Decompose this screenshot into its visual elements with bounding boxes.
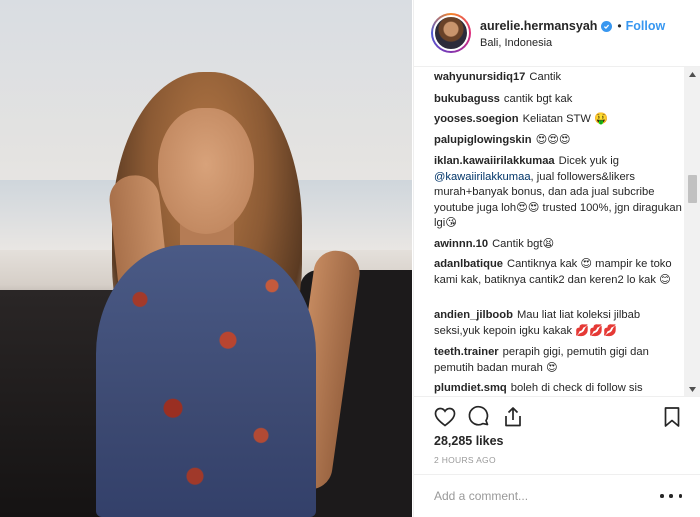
comment-item: palupiglowingskin 😍😍😍 bbox=[434, 133, 684, 149]
comment-item: andien_jilboob Mau liat liat koleksi jilb… bbox=[434, 308, 684, 339]
location-link[interactable]: Bali, Indonesia bbox=[480, 37, 552, 49]
verified-badge-icon bbox=[601, 20, 613, 32]
comment-text: Cantik bbox=[529, 71, 562, 83]
comment-username[interactable]: andien_jilboob bbox=[434, 309, 513, 321]
more-dot bbox=[669, 494, 673, 498]
comment-form bbox=[414, 474, 700, 517]
comment-text: Dicek yuk ig bbox=[558, 155, 619, 167]
comment-item: bukubaguss cantik bgt kak bbox=[434, 92, 684, 108]
comment-username[interactable]: plumdiet.smq bbox=[434, 382, 507, 394]
comment-text: boleh di check di follow sis bbox=[510, 382, 643, 394]
comments-scrollbar[interactable] bbox=[684, 67, 700, 396]
comment-item: plumdiet.smq boleh di check di follow sis bbox=[434, 381, 684, 396]
username-link[interactable]: aurelie.hermansyah bbox=[480, 19, 597, 33]
separator-dot: • bbox=[617, 19, 622, 33]
add-comment-input[interactable] bbox=[434, 487, 634, 505]
scroll-thumb[interactable] bbox=[688, 175, 697, 203]
comment-username[interactable]: yooses.soegion bbox=[434, 113, 519, 125]
share-icon[interactable] bbox=[501, 405, 525, 429]
comment-item: teeth.trainer perapih gigi, pemutih gigi … bbox=[434, 345, 684, 376]
comment-text: Keliatan STW 🤑 bbox=[522, 113, 608, 125]
photo-dress bbox=[96, 245, 316, 517]
comment-text: cantik bgt kak bbox=[503, 93, 573, 105]
post-actions: 28,285 likes 2 HOURS AGO bbox=[414, 396, 700, 474]
comment-username[interactable]: bukubaguss bbox=[434, 93, 500, 105]
comment-item: wahyunursidiq17 Cantik bbox=[434, 70, 684, 86]
avatar-image bbox=[433, 15, 469, 51]
comment-item: adanlbatique Cantiknya kak 😍 mampir ke to… bbox=[434, 257, 684, 288]
comment-bubble-icon[interactable] bbox=[467, 405, 491, 429]
photo-face bbox=[158, 108, 254, 234]
comment-username[interactable]: iklan.kawaiirilakkumaa bbox=[434, 155, 555, 167]
comment-text: 😍😍😍 bbox=[535, 134, 571, 146]
comment-username[interactable]: palupiglowingskin bbox=[434, 134, 532, 146]
post-photo bbox=[0, 0, 412, 517]
comment-item: awinnn.10 Cantik bgt😫 bbox=[434, 237, 684, 253]
post-sidebar: aurelie.hermansyah • Follow Bali, Indone… bbox=[413, 0, 700, 517]
scroll-down-arrow-icon[interactable] bbox=[684, 382, 700, 396]
scroll-up-arrow-icon[interactable] bbox=[684, 67, 700, 81]
comment-mention-link[interactable]: @kawaiirilakkumaa bbox=[434, 171, 531, 183]
more-dot bbox=[678, 494, 682, 498]
more-dot bbox=[660, 494, 664, 498]
comment-item: yooses.soegion Keliatan STW 🤑 bbox=[434, 112, 684, 128]
more-options-icon[interactable] bbox=[660, 487, 682, 505]
comment-username[interactable]: teeth.trainer bbox=[434, 346, 499, 358]
avatar[interactable] bbox=[431, 13, 471, 53]
post-header: aurelie.hermansyah • Follow Bali, Indone… bbox=[414, 0, 700, 67]
follow-button[interactable]: Follow bbox=[626, 19, 666, 33]
comments-list: wahyunursidiq17 Cantik bukubaguss cantik b… bbox=[414, 67, 700, 396]
heart-icon[interactable] bbox=[433, 405, 457, 429]
comment-item: iklan.kawaiirilakkumaa Dicek yuk ig @kawa… bbox=[434, 154, 684, 232]
post-timestamp[interactable]: 2 HOURS AGO bbox=[434, 455, 496, 465]
comment-username[interactable]: adanlbatique bbox=[434, 258, 503, 270]
comment-username[interactable]: awinnn.10 bbox=[434, 238, 488, 250]
comment-username[interactable]: wahyunursidiq17 bbox=[434, 71, 525, 83]
username-row: aurelie.hermansyah • Follow bbox=[480, 18, 665, 34]
comment-text: Cantik bgt😫 bbox=[492, 238, 555, 250]
bookmark-icon[interactable] bbox=[660, 405, 684, 429]
likes-count[interactable]: 28,285 likes bbox=[434, 434, 504, 448]
